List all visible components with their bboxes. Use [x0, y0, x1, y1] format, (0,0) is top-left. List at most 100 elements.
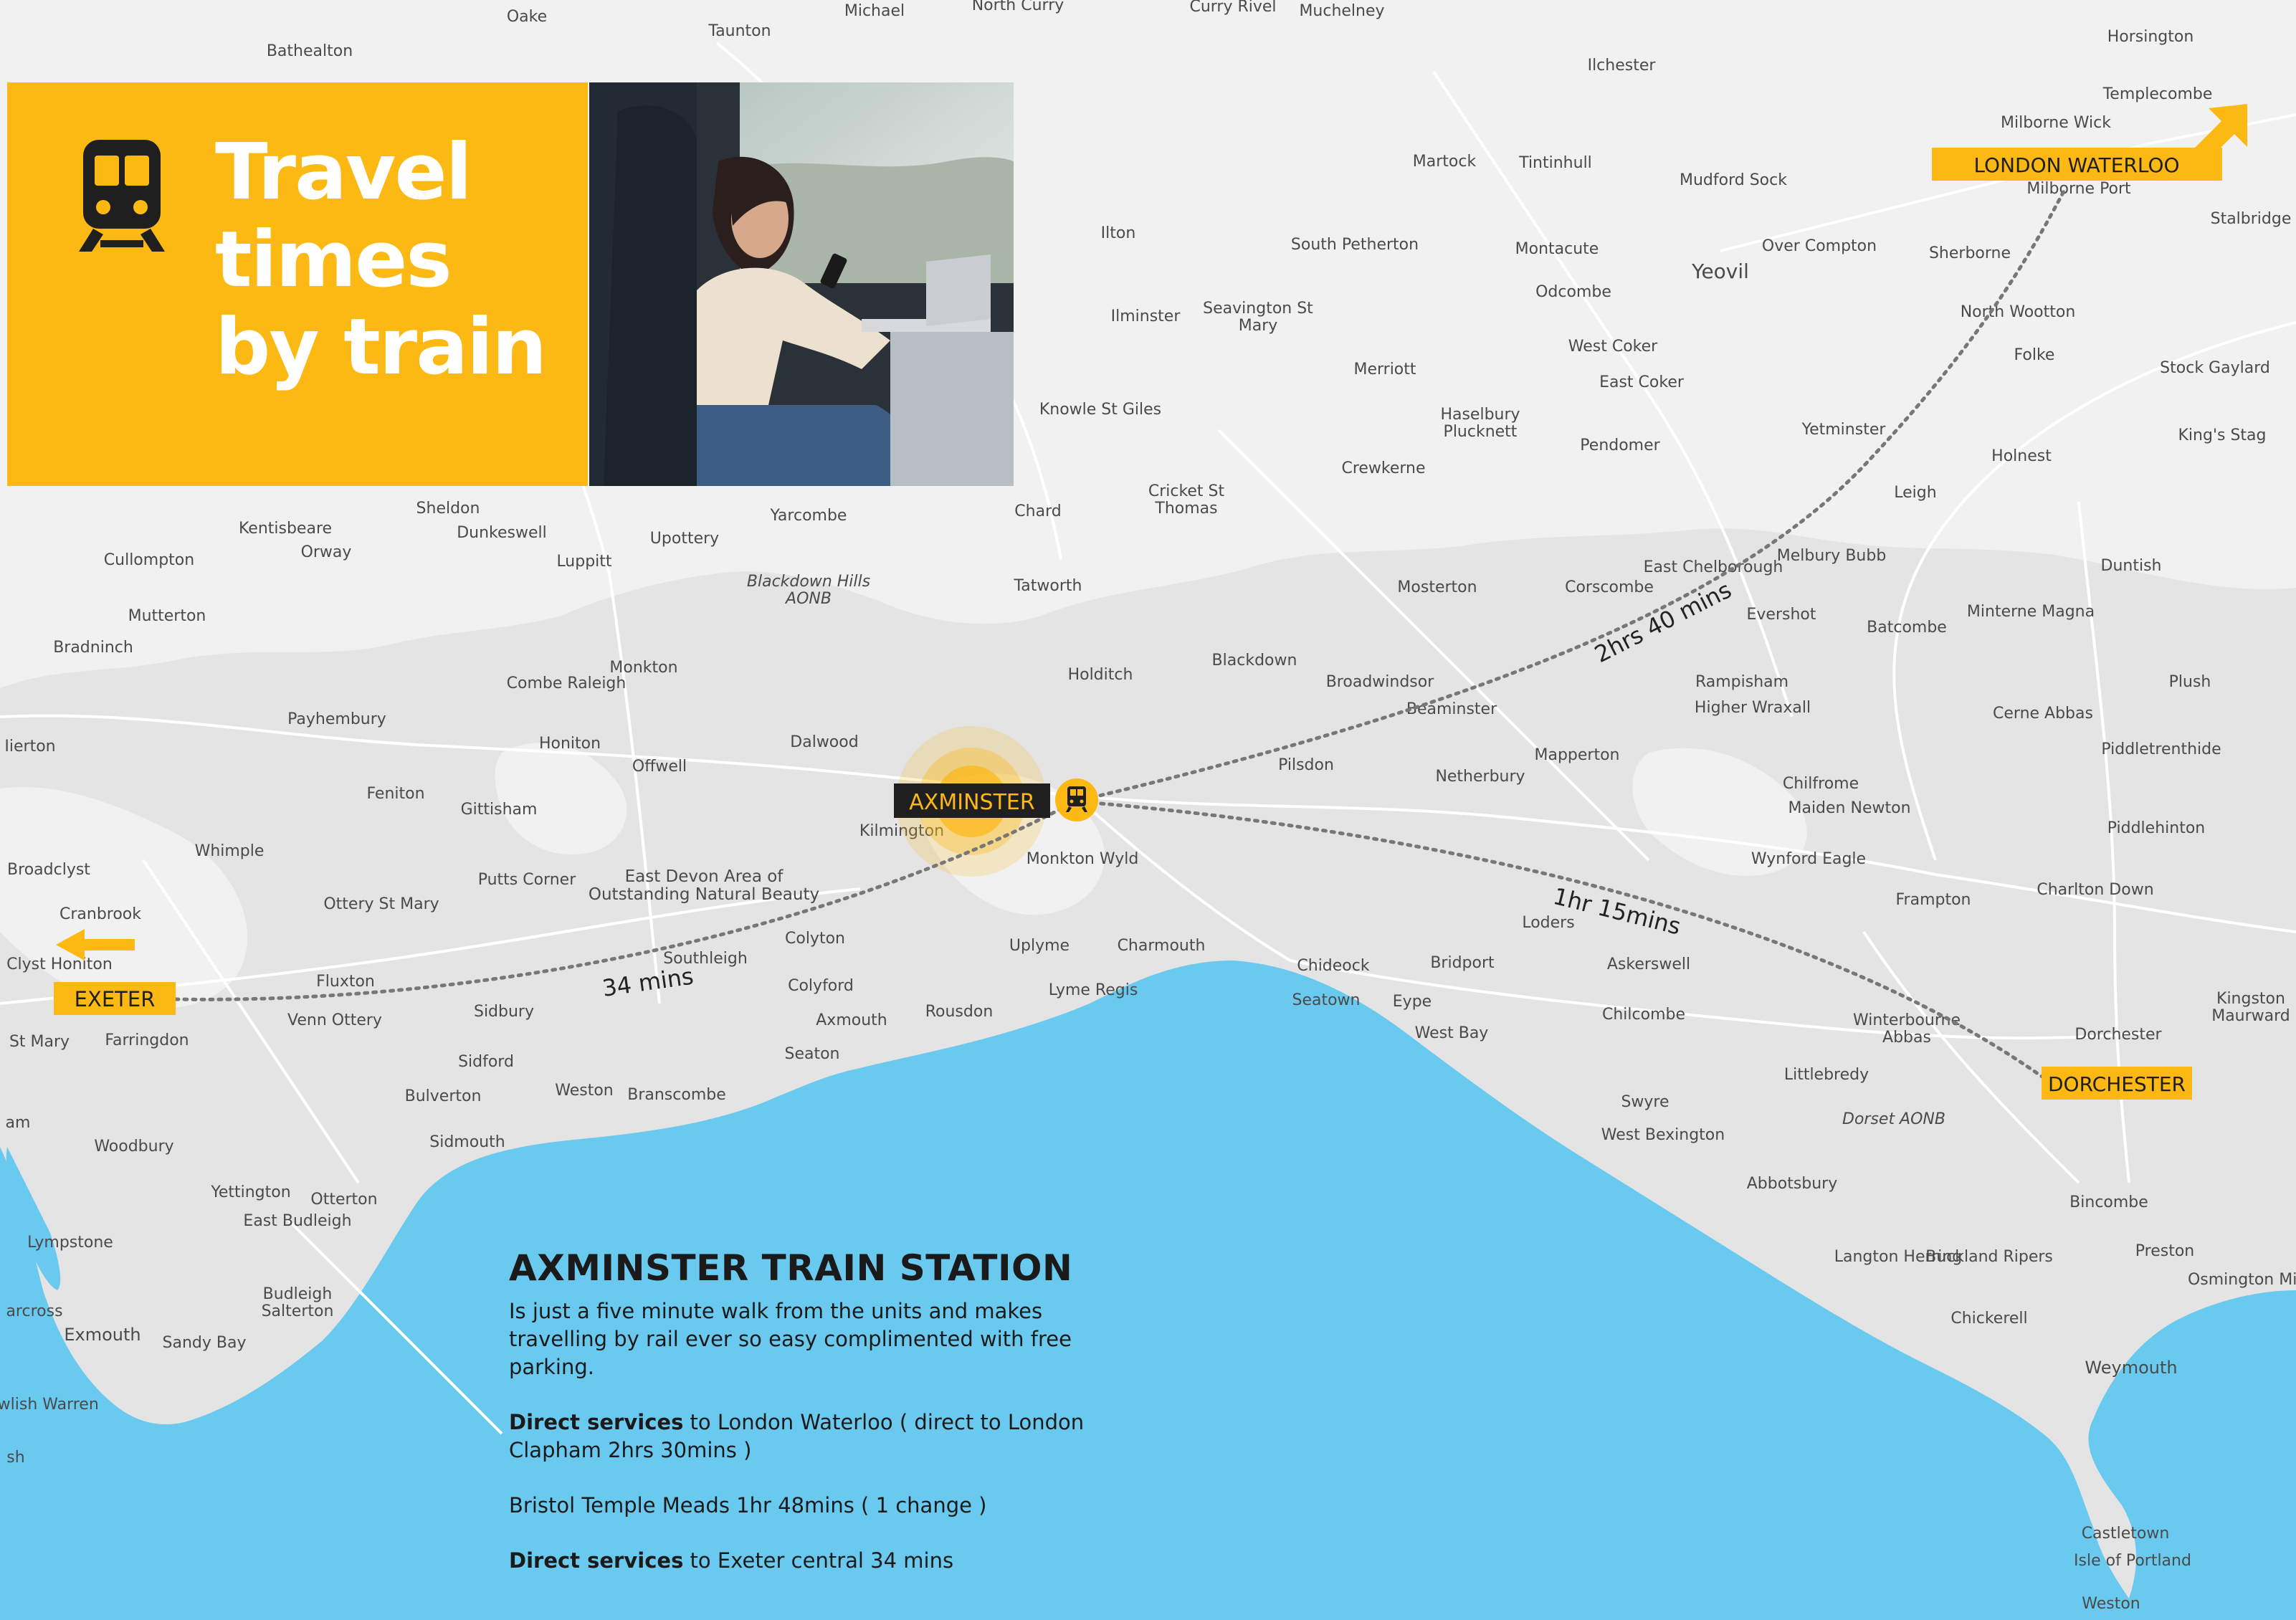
place-label: East Coker [1599, 373, 1685, 391]
place-label: Lympstone [27, 1234, 113, 1252]
place-label: Whimple [195, 842, 265, 860]
place-label: Dalwood [790, 733, 858, 751]
place-label: Sidbury [474, 1003, 534, 1021]
place-label: Cerne Abbas [1993, 705, 2093, 723]
place-label: Buckland Ripers [1925, 1248, 2053, 1266]
place-label: King's Stag [2178, 427, 2267, 444]
place-label: Merriott [1353, 361, 1416, 378]
place-label: Monkton Wyld [1026, 850, 1139, 868]
place-label: Sheldon [416, 500, 480, 518]
place-label: Cranbrook [59, 905, 141, 923]
place-label: Corscombe [1565, 578, 1654, 596]
place-label: Broadwindsor [1326, 673, 1434, 691]
place-label: Chideock [1297, 957, 1369, 975]
place-label: Ilton [1101, 224, 1136, 242]
place-label: Dunkeswell [457, 524, 547, 542]
place-label: Feniton [366, 785, 424, 803]
place-label: North Wootton [1961, 303, 2076, 321]
place-label: Ilminster [1111, 308, 1181, 325]
station-info: AXMINSTER TRAIN STATION Is just a five m… [509, 1247, 1118, 1602]
place-label: Cricket St Thomas [1148, 482, 1225, 518]
place-label: Curry Rivel [1189, 0, 1276, 16]
hero-title-line-1: Travel [215, 128, 472, 217]
place-label: Luppitt [556, 553, 611, 571]
place-label: Crewkerne [1341, 459, 1425, 477]
service-exeter-text: to Exeter central 34 mins [683, 1548, 954, 1573]
station-label-axminster: AXMINSTER [909, 790, 1034, 815]
place-label: Haselbury Plucknett [1440, 406, 1520, 441]
place-label: Osmington Mills [2188, 1271, 2296, 1289]
place-label: Kentisbeare [239, 520, 332, 538]
place-label: Pilsdon [1278, 756, 1334, 774]
place-label: Dawlish Warren [0, 1396, 99, 1414]
station-label-london: LONDON WATERLOO [1973, 153, 2179, 177]
place-label: Orway [301, 543, 352, 561]
place-label: Mapperton [1534, 746, 1619, 764]
place-label: Clyst Honiton [6, 956, 113, 973]
place-label: Martock [1413, 153, 1477, 171]
place-label: Folke [2014, 346, 2055, 364]
place-label: South Petherton [1291, 236, 1419, 254]
place-label: Seaton [784, 1045, 839, 1063]
place-label: Iierton [4, 738, 55, 756]
place-label: Putts Corner [478, 871, 576, 889]
place-label: Evershot [1747, 606, 1816, 624]
place-label: Payhembury [287, 710, 386, 728]
place-label: Bathealton [267, 42, 353, 60]
service-exeter: Direct services to Exeter central 34 min… [509, 1547, 1118, 1575]
place-label: Sherborne [1929, 244, 2011, 262]
place-label: Bridport [1430, 954, 1495, 972]
place-label: sh [6, 1449, 24, 1467]
place-label: arcross [6, 1302, 62, 1320]
place-label: Michael [844, 2, 905, 20]
place-label: Over Compton [1762, 237, 1877, 255]
place-label: Knowle St Giles [1039, 401, 1161, 419]
place-label: Chard [1014, 502, 1061, 520]
place-label: Melbury Bubb [1777, 547, 1887, 565]
place-label: Kingston Maurward [2211, 990, 2290, 1025]
place-label: Venn Ottery [287, 1011, 382, 1029]
place-label: Rousdon [925, 1003, 994, 1021]
place-label: Weston [555, 1082, 614, 1100]
place-label: Bradninch [53, 639, 133, 657]
place-label: Frampton [1895, 891, 1971, 909]
place-label: Abbotsbury [1747, 1175, 1838, 1193]
place-label: Horsington [2107, 28, 2194, 46]
place-label: West Bexington [1601, 1126, 1725, 1144]
place-label: Stock Gaylard [2160, 359, 2270, 377]
place-label: am [6, 1114, 31, 1132]
place-label: Holnest [1991, 447, 2052, 465]
train-icon [79, 140, 165, 252]
place-label: Woodbury [94, 1138, 173, 1156]
place-label: Sidford [458, 1053, 514, 1071]
place-label: Otterton [310, 1191, 377, 1209]
hero-title-line-2: times [215, 215, 452, 305]
place-label: Montacute [1515, 240, 1599, 258]
place-label: Charmouth [1118, 937, 1206, 955]
place-label: Colyford [788, 977, 854, 995]
place-label: Mutterton [128, 607, 206, 625]
place-label: Weymouth [2085, 1358, 2177, 1378]
place-label: Upottery [650, 530, 719, 548]
place-label: West Coker [1568, 338, 1658, 356]
place-label: Piddlehinton [2107, 819, 2206, 837]
place-label: Batcombe [1867, 619, 1947, 637]
place-label: Sidmouth [429, 1133, 505, 1151]
place-label: West Bay [1415, 1024, 1489, 1042]
place-label: Plush [2169, 673, 2211, 691]
place-label: Chilcombe [1602, 1006, 1685, 1024]
place-label: Combe Raleigh [507, 675, 627, 692]
place-label: Wynford Eagle [1751, 850, 1866, 868]
service-bristol: Bristol Temple Meads 1hr 48mins ( 1 chan… [509, 1493, 987, 1517]
place-label: Oake [507, 8, 547, 26]
place-label: Cullompton [104, 551, 194, 569]
place-label: Higher Wraxall [1695, 699, 1811, 717]
place-label: Beaminster [1406, 700, 1497, 718]
station-label-dorchester: DORCHESTER [2048, 1072, 2186, 1096]
hero-photo [589, 82, 1014, 486]
place-label: Bulverton [405, 1087, 482, 1105]
place-label: Milborne Port [2026, 180, 2131, 198]
place-label: Dorchester [2075, 1026, 2162, 1044]
place-label: Isle of Portland [2074, 1552, 2191, 1570]
station-label-exeter: EXETER [75, 987, 156, 1011]
